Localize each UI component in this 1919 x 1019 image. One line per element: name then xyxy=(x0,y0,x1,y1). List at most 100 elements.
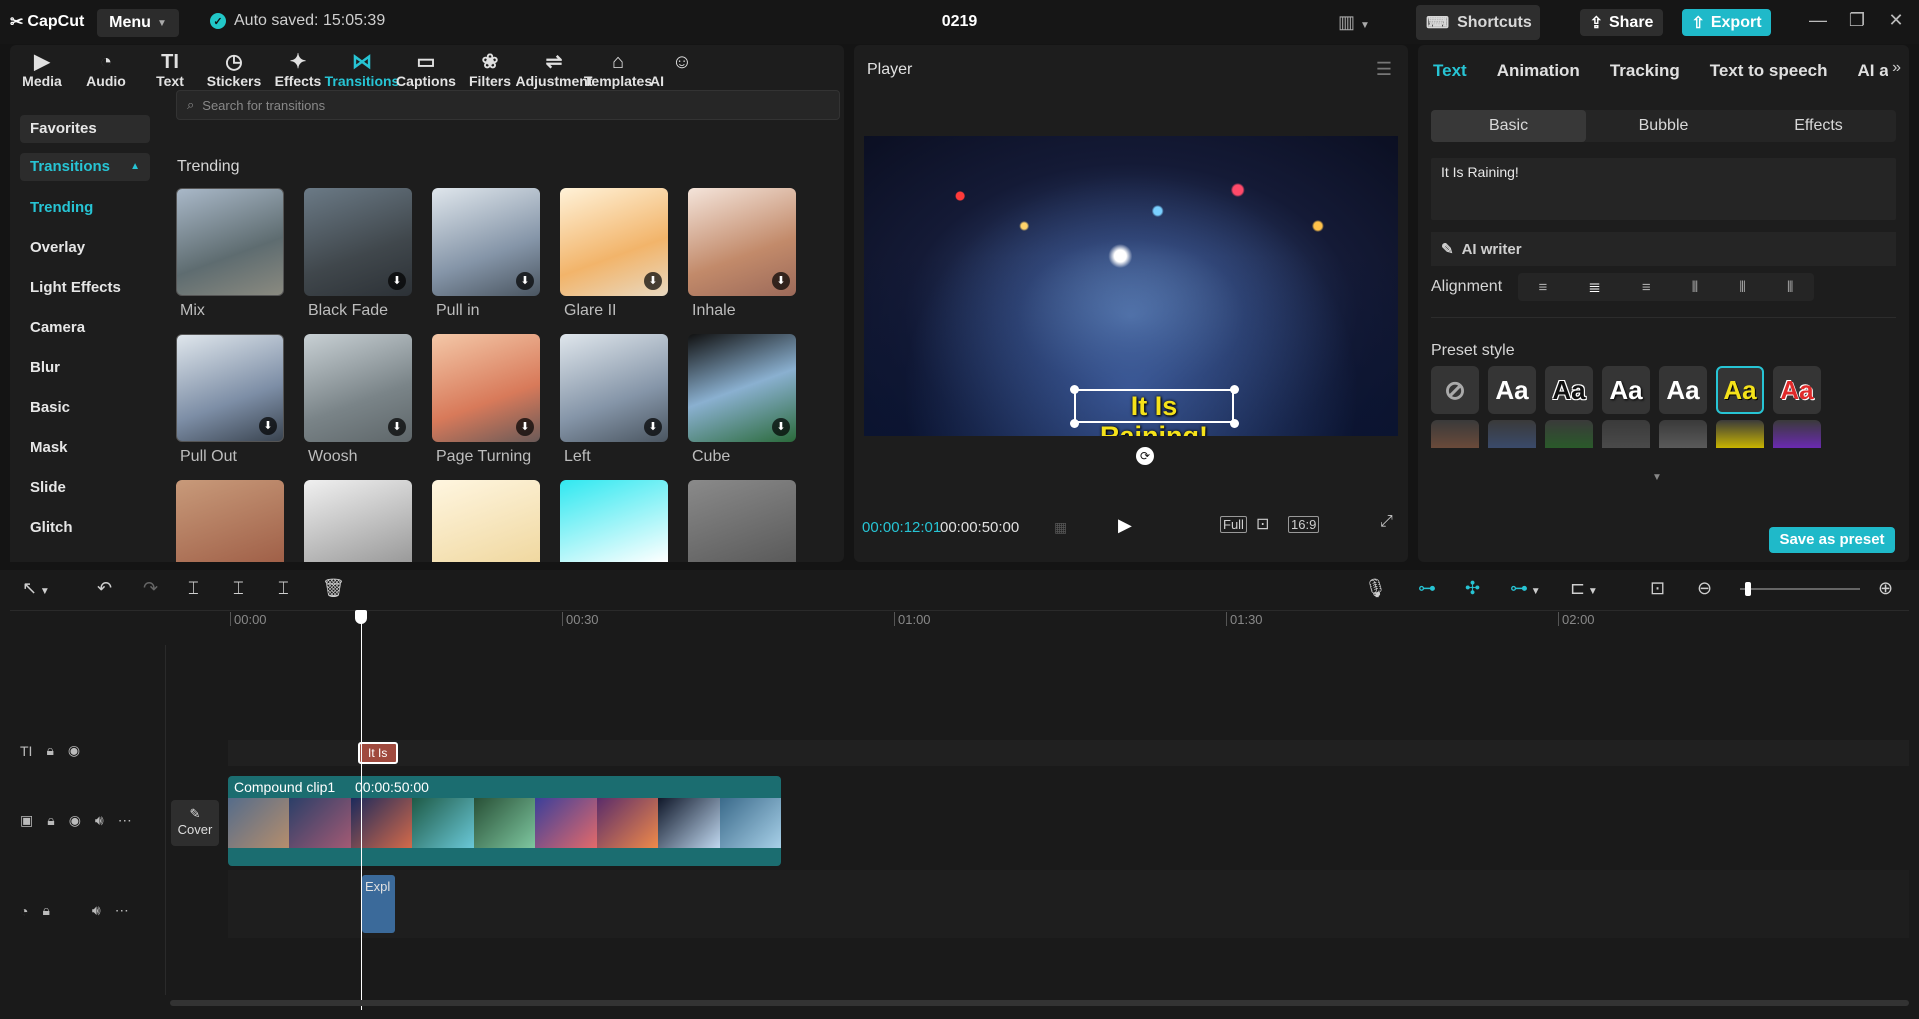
resize-handle[interactable] xyxy=(1070,419,1079,428)
transition-tile[interactable]: ⬇ xyxy=(304,188,412,296)
transition-tile[interactable] xyxy=(688,480,796,562)
sidebar-item-mask[interactable]: Mask xyxy=(20,434,150,462)
download-icon[interactable]: ⬇ xyxy=(644,272,662,290)
resize-handle[interactable] xyxy=(1230,385,1239,394)
main-track-magnet-icon[interactable]: ⊶ xyxy=(1418,578,1436,599)
sidebar-item-camera[interactable]: Camera xyxy=(20,314,150,342)
compound-clip[interactable]: Compound clip1 00:00:50:00 xyxy=(228,776,781,866)
sidebar-item-trending[interactable]: Trending xyxy=(20,194,150,222)
sidebar-favorites[interactable]: Favorites xyxy=(20,115,150,143)
tool-ai-avatars[interactable]: ☺AI avatars xyxy=(650,45,714,105)
tool-adjustment[interactable]: ⇌ Adjustment xyxy=(516,45,593,95)
preset-style-tile[interactable] xyxy=(1716,420,1764,448)
tool-media[interactable]: ▶ Media xyxy=(10,45,74,95)
eye-icon[interactable]: ◉ xyxy=(69,812,81,829)
ai-writer-button[interactable]: ✎ AI writer xyxy=(1431,232,1896,266)
tab-tracking[interactable]: Tracking xyxy=(1595,45,1695,95)
lock-icon[interactable]: 🔒︎ xyxy=(47,812,54,829)
vertical-bottom-icon[interactable]: ⦀ xyxy=(1787,279,1794,296)
preview-axis-icon[interactable]: ⊏ ▼ xyxy=(1570,578,1598,599)
tab-ai-avatar[interactable]: AI avatar xyxy=(1843,45,1888,95)
tool-stickers[interactable]: ◷ Stickers xyxy=(202,45,266,95)
transition-tile[interactable] xyxy=(304,480,412,562)
preset-style-tile[interactable]: Aa xyxy=(1716,366,1764,414)
aspect-ratio-button[interactable]: 16:9 xyxy=(1288,516,1320,533)
preset-style-tile[interactable]: Aa xyxy=(1773,366,1821,414)
more-tabs-icon[interactable]: » xyxy=(1892,59,1901,77)
preset-style-tile[interactable]: Aa xyxy=(1488,366,1536,414)
sidebar-item-slide[interactable]: Slide xyxy=(20,474,150,502)
layout-icon[interactable]: ▥ ▼ xyxy=(1338,12,1378,32)
time-ruler[interactable]: 00:00 00:30 01:00 01:30 02:00 xyxy=(230,612,1919,632)
preset-style-tile[interactable] xyxy=(1488,420,1536,448)
text-content-field[interactable]: It Is Raining! xyxy=(1431,158,1896,220)
tab-text[interactable]: Text xyxy=(1418,45,1482,95)
select-tool-icon[interactable]: ↖ ▼ xyxy=(22,578,50,599)
search-input[interactable] xyxy=(202,97,803,113)
preset-style-tile[interactable] xyxy=(1431,420,1479,448)
resize-handle[interactable] xyxy=(1230,419,1239,428)
transition-tile[interactable] xyxy=(560,480,668,562)
lock-icon[interactable]: 🔒︎ xyxy=(46,742,53,759)
speaker-icon[interactable]: 🔊︎ xyxy=(92,902,101,919)
download-icon[interactable]: ⬇ xyxy=(772,418,790,436)
transition-tile[interactable]: ⬇ xyxy=(432,334,540,442)
download-icon[interactable]: ⬇ xyxy=(388,272,406,290)
transition-tile[interactable] xyxy=(176,188,284,296)
zoom-in-icon[interactable]: ⊕ xyxy=(1878,578,1893,599)
cover-button[interactable]: ✎ Cover xyxy=(171,800,219,846)
rotate-icon[interactable]: ⟳ xyxy=(1136,447,1154,465)
eye-icon[interactable]: ◉ xyxy=(68,742,80,759)
menu-button[interactable]: Menu ▼ xyxy=(97,9,179,37)
download-icon[interactable]: ⬇ xyxy=(388,418,406,436)
zoom-slider-thumb[interactable] xyxy=(1745,582,1751,596)
search-box[interactable]: ⌕ xyxy=(176,90,840,120)
redo-icon[interactable]: ↷ xyxy=(143,578,158,599)
download-icon[interactable]: ⬇ xyxy=(516,272,534,290)
fullscreen-icon[interactable]: ⤢ xyxy=(1380,513,1393,531)
zoom-slider[interactable] xyxy=(1740,582,1860,596)
resize-handle[interactable] xyxy=(1070,385,1079,394)
tab-animation[interactable]: Animation xyxy=(1482,45,1595,95)
delete-icon[interactable]: 🗑 xyxy=(322,578,345,599)
split-icon[interactable]: ⌶ xyxy=(188,578,199,599)
video-preview[interactable]: It Is Raining! xyxy=(864,136,1398,436)
lock-icon[interactable]: 🔒︎ xyxy=(42,902,49,919)
transition-tile[interactable]: ⬇ xyxy=(688,188,796,296)
tool-audio[interactable]: ◔ Audio xyxy=(74,45,138,95)
play-icon[interactable]: ▶ xyxy=(1118,515,1132,536)
audio-clip[interactable]: Expl xyxy=(362,875,395,933)
subtab-basic[interactable]: Basic xyxy=(1431,110,1586,142)
restore-icon[interactable]: ❐ xyxy=(1845,10,1869,31)
sidebar-item-light-effects[interactable]: Light Effects xyxy=(20,274,150,302)
hamburger-icon[interactable]: ☰ xyxy=(1376,59,1392,80)
microphone-icon[interactable]: 🎙 xyxy=(1364,578,1387,599)
playhead-handle[interactable] xyxy=(355,610,367,624)
caption-overlay[interactable]: It Is Raining! xyxy=(1074,389,1234,436)
transition-tile[interactable]: ⬇ xyxy=(432,188,540,296)
align-left-icon[interactable]: ≡ xyxy=(1539,279,1548,296)
timeline-grid-icon[interactable]: ▦ xyxy=(1054,519,1067,536)
download-icon[interactable]: ⬇ xyxy=(516,418,534,436)
download-icon[interactable]: ⬇ xyxy=(259,417,277,435)
download-icon[interactable]: ⬇ xyxy=(644,418,662,436)
preset-style-tile[interactable]: Aa xyxy=(1659,366,1707,414)
transition-tile[interactable]: ⬇ xyxy=(304,334,412,442)
preset-style-tile[interactable] xyxy=(1773,420,1821,448)
sidebar-item-basic[interactable]: Basic xyxy=(20,394,150,422)
share-button[interactable]: ⇪ Share xyxy=(1580,9,1663,36)
playhead[interactable] xyxy=(361,610,362,1010)
transition-tile[interactable] xyxy=(432,480,540,562)
transition-tile[interactable]: ⬇ xyxy=(176,334,284,442)
export-button[interactable]: ⇧ Export xyxy=(1682,9,1771,36)
text-clip[interactable]: It Is xyxy=(358,742,398,764)
align-center-icon[interactable]: ≣ xyxy=(1588,278,1601,296)
transition-tile[interactable] xyxy=(176,480,284,562)
tab-text-to-speech[interactable]: Text to speech xyxy=(1695,45,1843,95)
sidebar-item-blur[interactable]: Blur xyxy=(20,354,150,382)
minimize-icon[interactable]: — xyxy=(1806,10,1830,31)
tool-captions[interactable]: ▭ Captions xyxy=(394,45,458,95)
subtab-effects[interactable]: Effects xyxy=(1741,110,1896,142)
subtab-bubble[interactable]: Bubble xyxy=(1586,110,1741,142)
sidebar-item-overlay[interactable]: Overlay xyxy=(20,234,150,262)
